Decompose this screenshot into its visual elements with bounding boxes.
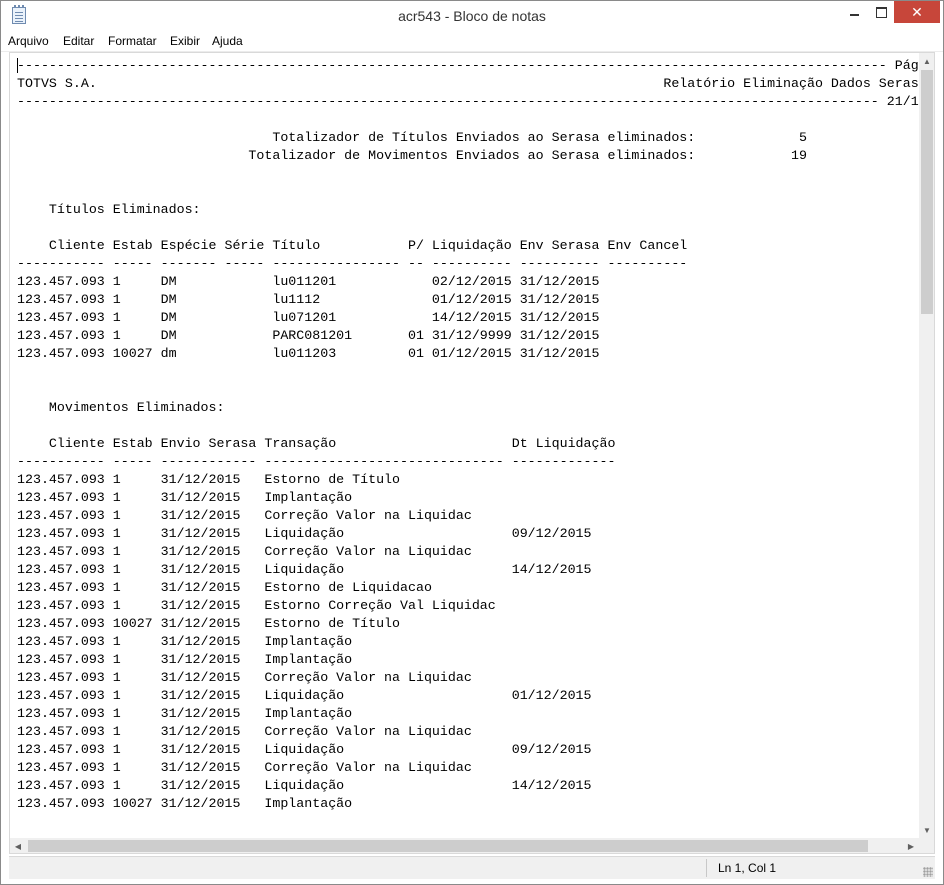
menu-editar[interactable]: Editar [63,34,94,48]
status-bar: Ln 1, Col 1 [9,856,935,879]
scroll-up-icon[interactable]: ▲ [919,53,934,69]
minimize-button[interactable] [839,1,869,23]
minimize-icon [849,14,859,16]
vertical-scrollbar[interactable]: ▲ ▼ [919,53,934,838]
scrollbar-corner [919,838,934,853]
resize-grip-icon[interactable] [923,867,933,877]
scroll-left-icon[interactable]: ◀ [10,838,26,853]
horizontal-scroll-thumb[interactable] [28,840,868,852]
window-title: acr543 - Bloco de notas [398,8,546,24]
title-bar[interactable]: acr543 - Bloco de notas ✕ [1,1,943,31]
menu-formatar[interactable]: Formatar [108,34,157,48]
cursor-position: Ln 1, Col 1 [718,861,777,875]
status-divider [706,859,707,877]
maximize-icon [875,6,887,18]
scroll-right-icon[interactable]: ▶ [903,838,919,853]
text-caret [17,58,18,73]
report-text[interactable]: ----------------------------------------… [17,57,934,813]
menu-arquivo[interactable]: Arquivo [8,34,49,48]
text-editor[interactable]: ----------------------------------------… [9,52,935,854]
vertical-scroll-thumb[interactable] [921,70,933,314]
close-button[interactable]: ✕ [894,1,940,23]
notepad-window: acr543 - Bloco de notas ✕ Arquivo Editar… [0,0,944,885]
menu-exibir[interactable]: Exibir [170,34,200,48]
scroll-down-icon[interactable]: ▼ [919,822,934,838]
horizontal-scrollbar[interactable]: ◀ ▶ [10,838,919,853]
maximize-button[interactable] [866,1,896,23]
menu-bar: Arquivo Editar Formatar Exibir Ajuda [1,31,943,52]
menu-ajuda[interactable]: Ajuda [212,34,243,48]
